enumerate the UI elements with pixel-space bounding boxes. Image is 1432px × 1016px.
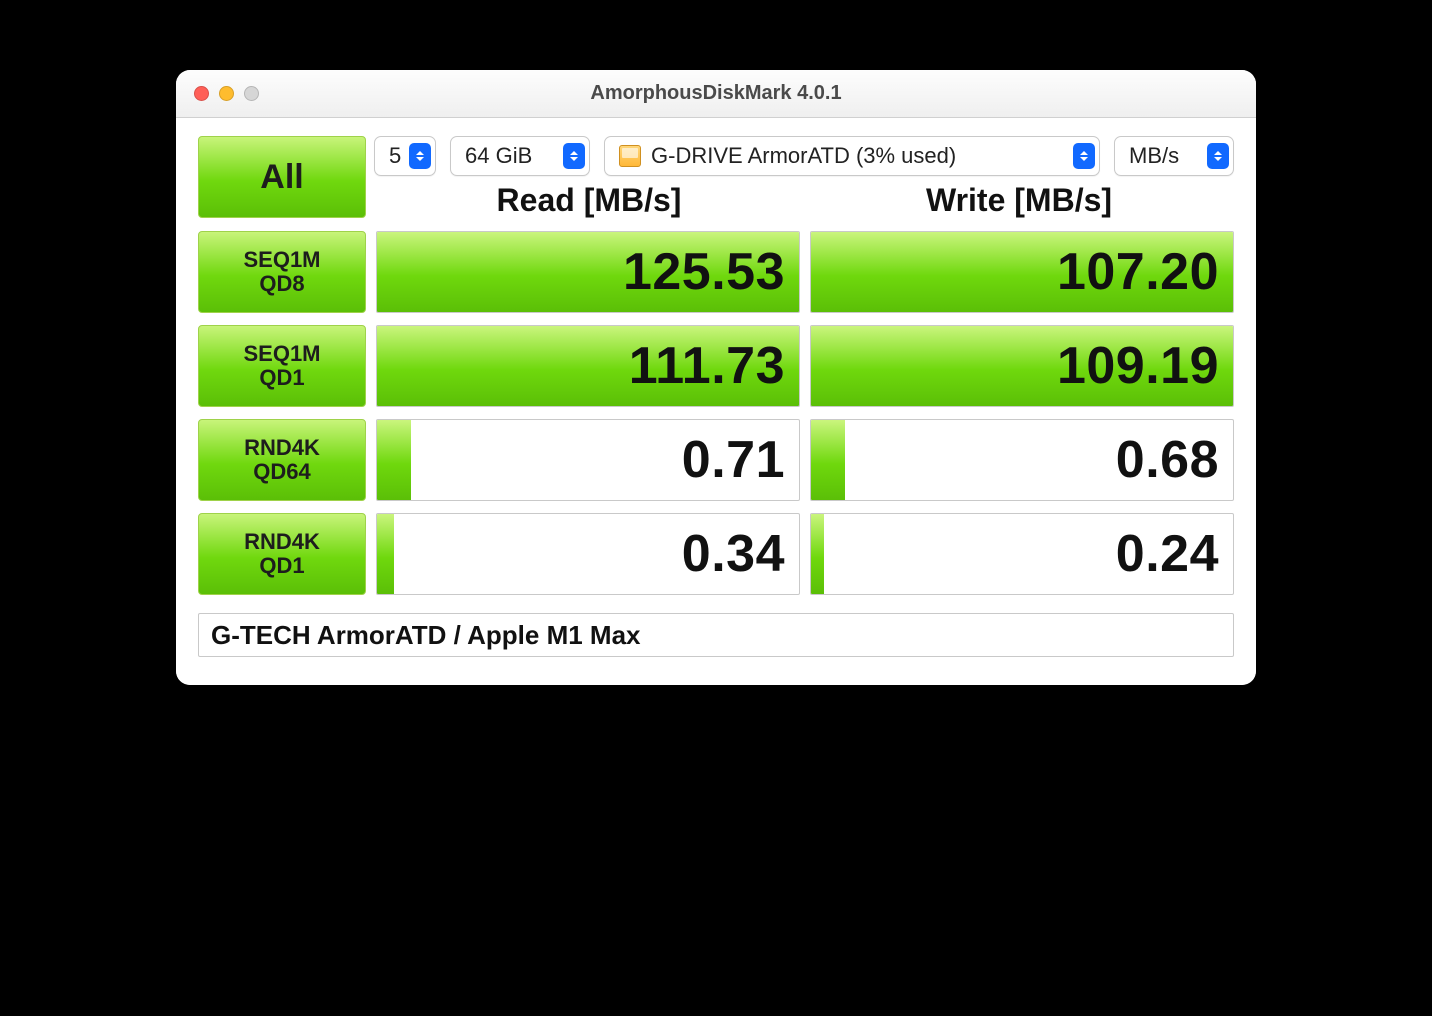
test-label-line1: SEQ1M xyxy=(243,248,320,272)
write-bar xyxy=(811,420,845,500)
chevron-updown-icon xyxy=(1207,143,1229,169)
write-bar xyxy=(811,514,824,594)
size-select[interactable]: 64 GiB xyxy=(450,136,590,176)
read-value: 125.53 xyxy=(623,242,785,302)
chevron-updown-icon xyxy=(563,143,585,169)
run-test-button[interactable]: RND4KQD1 xyxy=(198,513,366,595)
write-header: Write [MB/s] xyxy=(804,182,1234,219)
run-all-button[interactable]: All xyxy=(198,136,366,218)
test-label-line2: QD1 xyxy=(259,366,304,390)
runs-value: 5 xyxy=(389,143,401,169)
read-header: Read [MB/s] xyxy=(374,182,804,219)
close-icon[interactable] xyxy=(194,86,209,101)
result-row: RND4KQD64 0.71 0.68 xyxy=(198,419,1234,501)
test-label-line2: QD64 xyxy=(253,460,310,484)
write-value: 0.68 xyxy=(1116,430,1219,490)
read-bar xyxy=(377,514,394,594)
test-label-line2: QD1 xyxy=(259,554,304,578)
description-text: G-TECH ArmorATD / Apple M1 Max xyxy=(211,620,641,651)
read-value: 0.34 xyxy=(682,524,785,584)
result-row: SEQ1MQD1 111.73 109.19 xyxy=(198,325,1234,407)
result-row: RND4KQD1 0.34 0.24 xyxy=(198,513,1234,595)
write-cell: 0.24 xyxy=(810,513,1234,595)
read-value: 111.73 xyxy=(629,336,785,396)
zoom-icon xyxy=(244,86,259,101)
chevron-updown-icon xyxy=(409,143,431,169)
disk-icon xyxy=(619,145,641,167)
description-field[interactable]: G-TECH ArmorATD / Apple M1 Max xyxy=(198,613,1234,657)
unit-value: MB/s xyxy=(1129,143,1179,169)
drive-value: G-DRIVE ArmorATD (3% used) xyxy=(651,143,1065,169)
write-value: 0.24 xyxy=(1116,524,1219,584)
run-test-button[interactable]: SEQ1MQD1 xyxy=(198,325,366,407)
unit-select[interactable]: MB/s xyxy=(1114,136,1234,176)
chevron-updown-icon xyxy=(1073,143,1095,169)
test-label-line2: QD8 xyxy=(259,272,304,296)
window-title: AmorphousDiskMark 4.0.1 xyxy=(176,82,1256,105)
read-cell: 125.53 xyxy=(376,231,800,313)
window-controls xyxy=(194,86,259,101)
titlebar: AmorphousDiskMark 4.0.1 xyxy=(176,70,1256,118)
runs-select[interactable]: 5 xyxy=(374,136,436,176)
result-row: SEQ1MQD8 125.53 107.20 xyxy=(198,231,1234,313)
read-bar xyxy=(377,420,411,500)
content-area: All 5 64 GiB G-DRIVE ArmorATD (3% used) xyxy=(176,118,1256,685)
write-value: 109.19 xyxy=(1057,336,1219,396)
test-label-line1: RND4K xyxy=(244,530,320,554)
write-cell: 107.20 xyxy=(810,231,1234,313)
run-test-button[interactable]: SEQ1MQD8 xyxy=(198,231,366,313)
write-cell: 0.68 xyxy=(810,419,1234,501)
read-cell: 111.73 xyxy=(376,325,800,407)
test-label-line1: RND4K xyxy=(244,436,320,460)
minimize-icon[interactable] xyxy=(219,86,234,101)
write-value: 107.20 xyxy=(1057,242,1219,302)
run-test-button[interactable]: RND4KQD64 xyxy=(198,419,366,501)
app-window: AmorphousDiskMark 4.0.1 All 5 64 GiB xyxy=(176,70,1256,685)
read-cell: 0.34 xyxy=(376,513,800,595)
test-label-line1: SEQ1M xyxy=(243,342,320,366)
write-cell: 109.19 xyxy=(810,325,1234,407)
read-cell: 0.71 xyxy=(376,419,800,501)
read-value: 0.71 xyxy=(682,430,785,490)
drive-select[interactable]: G-DRIVE ArmorATD (3% used) xyxy=(604,136,1100,176)
run-all-label: All xyxy=(260,158,303,197)
size-value: 64 GiB xyxy=(465,143,532,169)
